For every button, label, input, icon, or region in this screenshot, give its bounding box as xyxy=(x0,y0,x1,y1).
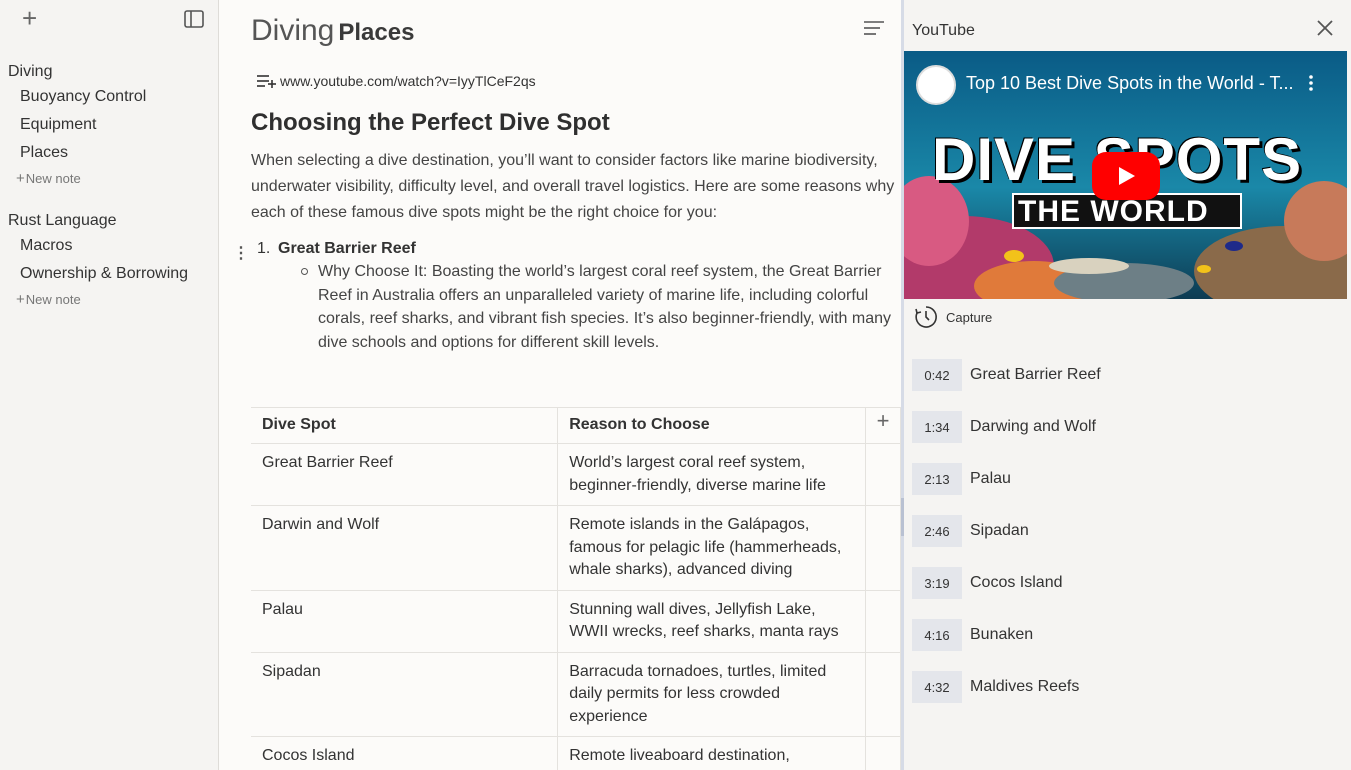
note-title[interactable]: Places xyxy=(338,19,414,46)
column-header-reason[interactable]: Reason to Choose xyxy=(557,407,866,444)
panel-title: YouTube xyxy=(912,22,975,39)
table-row: Palau Stunning wall dives, Jellyfish Lak… xyxy=(251,589,901,653)
chapter-name: Cocos Island xyxy=(970,574,1063,591)
chapter-name: Darwing and Wolf xyxy=(970,418,1096,435)
chapter-item[interactable]: 2:46 Sipadan xyxy=(912,515,1029,547)
chapter-item[interactable]: 4:32 Maldives Reefs xyxy=(912,671,1079,703)
close-icon[interactable] xyxy=(1317,20,1333,41)
chapter-name: Sipadan xyxy=(970,522,1029,539)
sidebar-toolbar: + xyxy=(20,5,204,33)
note-equipment[interactable]: Equipment xyxy=(20,116,97,134)
table-row: Great Barrier Reef World’s largest coral… xyxy=(251,443,901,506)
chapter-timestamp[interactable]: 2:46 xyxy=(912,515,962,547)
section-heading: Choosing the Perfect Dive Spot xyxy=(251,109,610,136)
table-cell[interactable]: Cocos Island xyxy=(251,736,559,770)
chapter-item[interactable]: 1:34 Darwing and Wolf xyxy=(912,411,1096,443)
table-cell-empty xyxy=(865,736,901,770)
add-column-button[interactable]: + xyxy=(865,407,901,444)
chapter-timestamp[interactable]: 1:34 xyxy=(912,411,962,443)
table-cell[interactable]: Palau xyxy=(251,589,559,653)
clock-capture-icon xyxy=(915,306,937,328)
chapter-item[interactable]: 4:16 Bunaken xyxy=(912,619,1033,651)
chapter-item[interactable]: 2:13 Palau xyxy=(912,463,1011,495)
note-macros[interactable]: Macros xyxy=(20,237,72,255)
more-vertical-icon[interactable] xyxy=(1309,75,1313,96)
chapter-name: Palau xyxy=(970,470,1011,487)
sidebar: + Diving Buoyancy Control Equipment Plac… xyxy=(0,0,219,770)
play-button[interactable] xyxy=(1092,152,1160,200)
column-header-dive-spot[interactable]: Dive Spot xyxy=(251,407,559,444)
table-row: Sipadan Barracuda tornadoes, turtles, li… xyxy=(251,651,901,737)
table-cell[interactable]: Remote liveaboard destination, hammerhea… xyxy=(557,736,866,770)
dive-spots-table: Dive Spot Reason to Choose + Great Barri… xyxy=(251,407,901,770)
table-row: Cocos Island Remote liveaboard destinati… xyxy=(251,736,901,770)
note-buoyancy-control[interactable]: Buoyancy Control xyxy=(20,88,146,106)
chapter-timestamp[interactable]: 3:19 xyxy=(912,567,962,599)
table-row: Darwin and Wolf Remote islands in the Ga… xyxy=(251,505,901,591)
table-header-row: Dive Spot Reason to Choose + xyxy=(251,407,901,444)
table-cell[interactable]: Stunning wall dives, Jellyfish Lake, WWI… xyxy=(557,589,866,653)
intro-paragraph: When selecting a dive destination, you’l… xyxy=(251,152,895,221)
table-cell-empty xyxy=(865,443,901,506)
table-cell[interactable]: World’s largest coral reef system, begin… xyxy=(557,443,866,506)
video-title: Top 10 Best Dive Spots in the World - T.… xyxy=(966,73,1294,93)
youtube-panel: YouTube Top 10 Best Dive Spots in the Wo… xyxy=(904,0,1351,770)
table-cell-empty xyxy=(865,651,901,737)
channel-logo[interactable] xyxy=(916,65,956,105)
table-cell[interactable]: Sipadan xyxy=(251,651,559,737)
table-cell[interactable]: Remote islands in the Galápagos, famous … xyxy=(557,505,866,591)
thumbnail-subheadline: THE WORLD xyxy=(1018,195,1209,228)
notebook-rust-language[interactable]: Rust Language xyxy=(8,212,117,230)
note-places[interactable]: Places xyxy=(20,144,68,162)
new-note-button[interactable]: +New note xyxy=(16,170,81,187)
table-cell[interactable]: Darwin and Wolf xyxy=(251,505,559,591)
chapter-name: Great Barrier Reef xyxy=(970,366,1101,383)
list-item-title: Great Barrier Reef xyxy=(278,240,416,257)
list-bullet-text: Why Choose It: Boasting the world’s larg… xyxy=(318,263,891,351)
bullet-icon xyxy=(301,268,308,275)
table-cell[interactable]: Barracuda tornadoes, turtles, limited da… xyxy=(557,651,866,737)
page-title: Diving Places xyxy=(251,14,414,48)
toggle-sidebar-icon[interactable] xyxy=(184,10,204,33)
plus-icon: + xyxy=(16,170,25,187)
capture-button[interactable]: Capture xyxy=(914,305,992,329)
source-url[interactable]: www.youtube.com/watch?v=IyyTlCeF2qs xyxy=(257,73,536,89)
notebook-title: Diving xyxy=(251,14,335,47)
chapter-timestamp[interactable]: 2:13 xyxy=(912,463,962,495)
list-number: 1. xyxy=(257,240,271,257)
notebook-diving[interactable]: Diving xyxy=(8,63,52,81)
table-cell[interactable]: Great Barrier Reef xyxy=(251,443,559,506)
add-notebook-icon[interactable]: + xyxy=(22,5,37,31)
chapter-timestamp[interactable]: 0:42 xyxy=(912,359,962,391)
table-cell-empty xyxy=(865,589,901,653)
video-player[interactable]: Top 10 Best Dive Spots in the World - T.… xyxy=(904,51,1347,299)
play-icon xyxy=(1119,167,1135,185)
drag-handle-icon[interactable]: ⋮ xyxy=(233,243,249,263)
chapter-name: Maldives Reefs xyxy=(970,678,1080,695)
table-cell-empty xyxy=(865,505,901,591)
new-note-button[interactable]: +New note xyxy=(16,291,81,308)
note-editor: Diving Places www.youtube.com/watch?v=Iyy… xyxy=(219,0,901,770)
chapter-name: Bunaken xyxy=(970,626,1034,643)
plus-icon: + xyxy=(16,291,25,308)
outline-menu-icon[interactable] xyxy=(863,20,885,41)
playlist-add-icon xyxy=(257,75,276,88)
chapter-item[interactable]: 3:19 Cocos Island xyxy=(912,567,1063,599)
chapter-item[interactable]: 0:42 Great Barrier Reef xyxy=(912,359,1101,391)
chapter-timestamp[interactable]: 4:16 xyxy=(912,619,962,651)
chapter-timestamp[interactable]: 4:32 xyxy=(912,671,962,703)
note-ownership-borrowing[interactable]: Ownership & Borrowing xyxy=(20,265,188,283)
